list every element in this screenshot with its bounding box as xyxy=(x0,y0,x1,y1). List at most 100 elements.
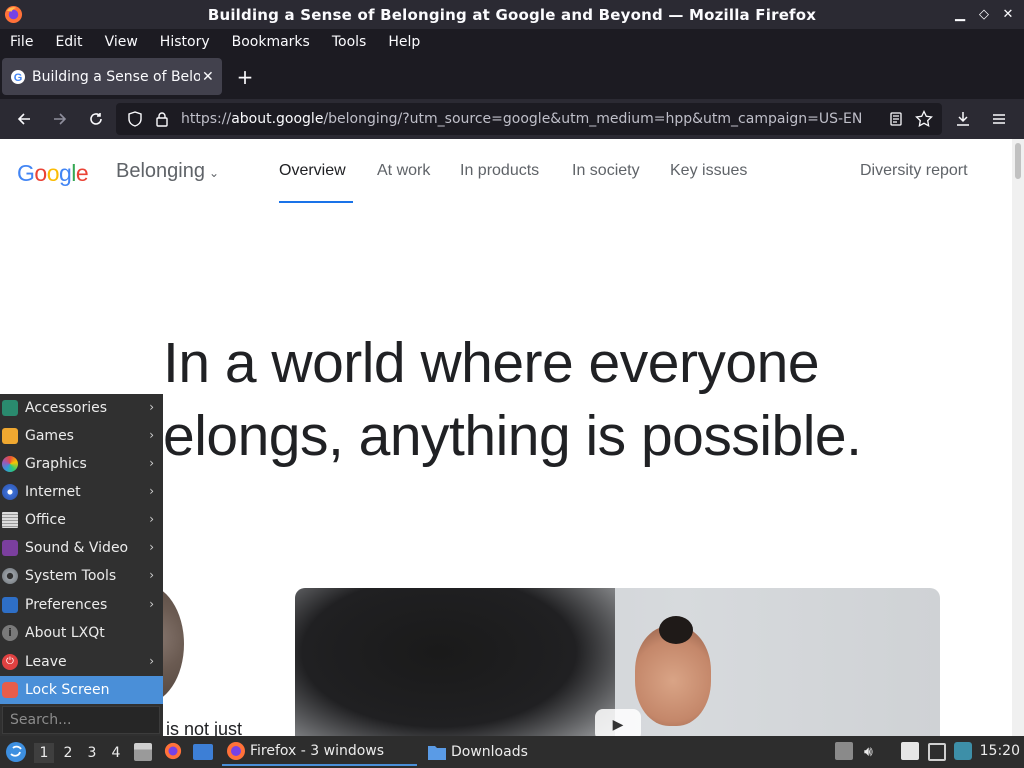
volume-icon[interactable]: 🔊︎ xyxy=(864,743,882,761)
close-icon[interactable]: ✕ xyxy=(1000,4,1016,24)
about-icon: i xyxy=(2,625,18,641)
show-desktop-icon[interactable] xyxy=(193,744,213,760)
tracking-protection-icon[interactable] xyxy=(124,108,146,130)
taskbar-downloads[interactable]: Downloads xyxy=(425,738,565,766)
menubar: File Edit View History Bookmarks Tools H… xyxy=(0,29,1024,55)
menu-help[interactable]: Help xyxy=(377,29,431,55)
accessories-icon xyxy=(2,400,18,416)
chevron-right-icon: › xyxy=(149,654,154,668)
file-manager-icon[interactable] xyxy=(134,743,152,761)
window-title: Building a Sense of Belonging at Google … xyxy=(207,5,817,24)
firefox-icon xyxy=(227,742,245,760)
menu-history[interactable]: History xyxy=(149,29,221,55)
navigation-bar: https://about.google/belonging/?utm_sour… xyxy=(0,99,1024,139)
restore-icon[interactable]: ◇ xyxy=(976,4,992,24)
start-menu-icon[interactable] xyxy=(5,741,27,763)
leave-icon: ⏻ xyxy=(2,654,18,670)
clock[interactable]: 15:20 xyxy=(980,743,1020,759)
preferences-icon xyxy=(2,597,18,613)
firefox-icon xyxy=(4,5,23,24)
desktop-3[interactable]: 3 xyxy=(82,743,102,763)
nav-overview[interactable]: Overview xyxy=(279,162,346,180)
chevron-right-icon: › xyxy=(149,400,154,414)
menu-system-tools[interactable]: System Tools › xyxy=(0,562,163,590)
url-bar[interactable]: https://about.google/belonging/?utm_sour… xyxy=(116,103,942,135)
window-titlebar: Building a Sense of Belonging at Google … xyxy=(0,0,1024,29)
menu-lock-screen[interactable]: Lock Screen xyxy=(0,676,163,704)
tray-update-icon[interactable] xyxy=(835,742,853,760)
google-icon: G xyxy=(11,69,25,84)
lock-icon xyxy=(2,682,18,698)
menu-search-input[interactable]: Search... xyxy=(2,706,160,734)
clipboard-icon[interactable] xyxy=(901,742,919,760)
firefox-launcher-icon[interactable] xyxy=(164,742,182,760)
reload-icon[interactable] xyxy=(85,108,107,130)
internet-icon xyxy=(2,484,18,500)
menu-graphics[interactable]: Graphics › xyxy=(0,450,163,478)
menu-sound-video[interactable]: Sound & Video › xyxy=(0,534,163,562)
desktop-4[interactable]: 4 xyxy=(106,743,126,763)
chevron-right-icon: › xyxy=(149,484,154,498)
svg-text:G: G xyxy=(14,72,23,84)
video-thumbnail[interactable]: ▶ xyxy=(295,588,940,736)
desktop-2[interactable]: 2 xyxy=(58,743,78,763)
back-icon[interactable] xyxy=(13,108,35,130)
chevron-right-icon: › xyxy=(149,568,154,582)
menu-about-lxqt[interactable]: i About LXQt xyxy=(0,619,163,647)
tab-bar: G Building a Sense of Belonging at Googl… xyxy=(0,55,1024,99)
hero-heading-line2: elongs, anything is possible. xyxy=(163,404,862,468)
minimize-icon[interactable]: ▁ xyxy=(952,4,968,24)
menu-games[interactable]: Games › xyxy=(0,422,163,450)
chevron-down-icon: ⌄ xyxy=(208,166,220,180)
menu-internet[interactable]: Internet › xyxy=(0,478,163,506)
keyboard-layout-icon[interactable] xyxy=(954,742,972,760)
chevron-right-icon: › xyxy=(149,456,154,470)
menu-bookmarks[interactable]: Bookmarks xyxy=(221,29,321,55)
taskbar: 1 2 3 4 Firefox - 3 windows Downloads 🔊︎… xyxy=(0,736,1024,768)
menu-leave[interactable]: ⏻ Leave › xyxy=(0,648,163,676)
nav-at-work[interactable]: At work xyxy=(377,162,430,180)
forward-icon[interactable] xyxy=(49,108,71,130)
menu-file[interactable]: File xyxy=(0,29,44,55)
chevron-right-icon: › xyxy=(149,540,154,554)
nav-key-issues[interactable]: Key issues xyxy=(670,162,747,180)
menu-tools[interactable]: Tools xyxy=(321,29,378,55)
menu-accessories[interactable]: Accessories › xyxy=(0,394,163,422)
diversity-report-link[interactable]: Diversity report xyxy=(860,162,968,180)
reader-view-icon[interactable] xyxy=(885,108,907,130)
network-icon[interactable] xyxy=(928,743,946,761)
play-icon[interactable]: ▶ xyxy=(595,709,641,736)
body-text-snippet: is not just xyxy=(166,719,243,736)
tab-belonging[interactable]: G Building a Sense of Belonging at Googl… xyxy=(2,58,222,95)
taskbar-firefox[interactable]: Firefox - 3 windows xyxy=(222,738,417,766)
menu-preferences[interactable]: Preferences › xyxy=(0,591,163,619)
nav-in-society[interactable]: In society xyxy=(572,162,640,180)
tab-title: Building a Sense of Belonging at Google … xyxy=(32,68,200,85)
google-logo[interactable]: Google xyxy=(17,160,89,187)
page-scrollbar[interactable] xyxy=(1012,139,1024,736)
menu-view[interactable]: View xyxy=(94,29,149,55)
nav-in-products[interactable]: In products xyxy=(460,162,539,180)
office-icon xyxy=(2,512,18,528)
tab-close-icon[interactable]: ✕ xyxy=(202,70,216,84)
chevron-right-icon: › xyxy=(149,428,154,442)
url-text[interactable]: https://about.google/belonging/?utm_sour… xyxy=(181,111,862,127)
chevron-right-icon: › xyxy=(149,597,154,611)
lock-icon[interactable] xyxy=(151,108,173,130)
folder-icon xyxy=(428,746,446,760)
chevron-right-icon: › xyxy=(149,512,154,526)
scrollbar-thumb[interactable] xyxy=(1015,143,1021,179)
downloads-icon[interactable] xyxy=(952,108,974,130)
graphics-icon xyxy=(2,456,18,472)
bookmark-star-icon[interactable] xyxy=(913,108,935,130)
start-menu: Accessories › Games › Graphics › Internet › … xyxy=(0,394,163,736)
section-dropdown[interactable]: Belonging ⌄ xyxy=(116,160,219,183)
menu-edit[interactable]: Edit xyxy=(44,29,93,55)
active-tab-indicator xyxy=(279,201,353,203)
menu-office[interactable]: Office › xyxy=(0,506,163,534)
new-tab-icon[interactable]: + xyxy=(234,66,256,88)
system-tools-icon xyxy=(2,568,18,584)
desktop-1[interactable]: 1 xyxy=(34,743,54,763)
sound-video-icon xyxy=(2,540,18,556)
hamburger-menu-icon[interactable] xyxy=(988,108,1010,130)
